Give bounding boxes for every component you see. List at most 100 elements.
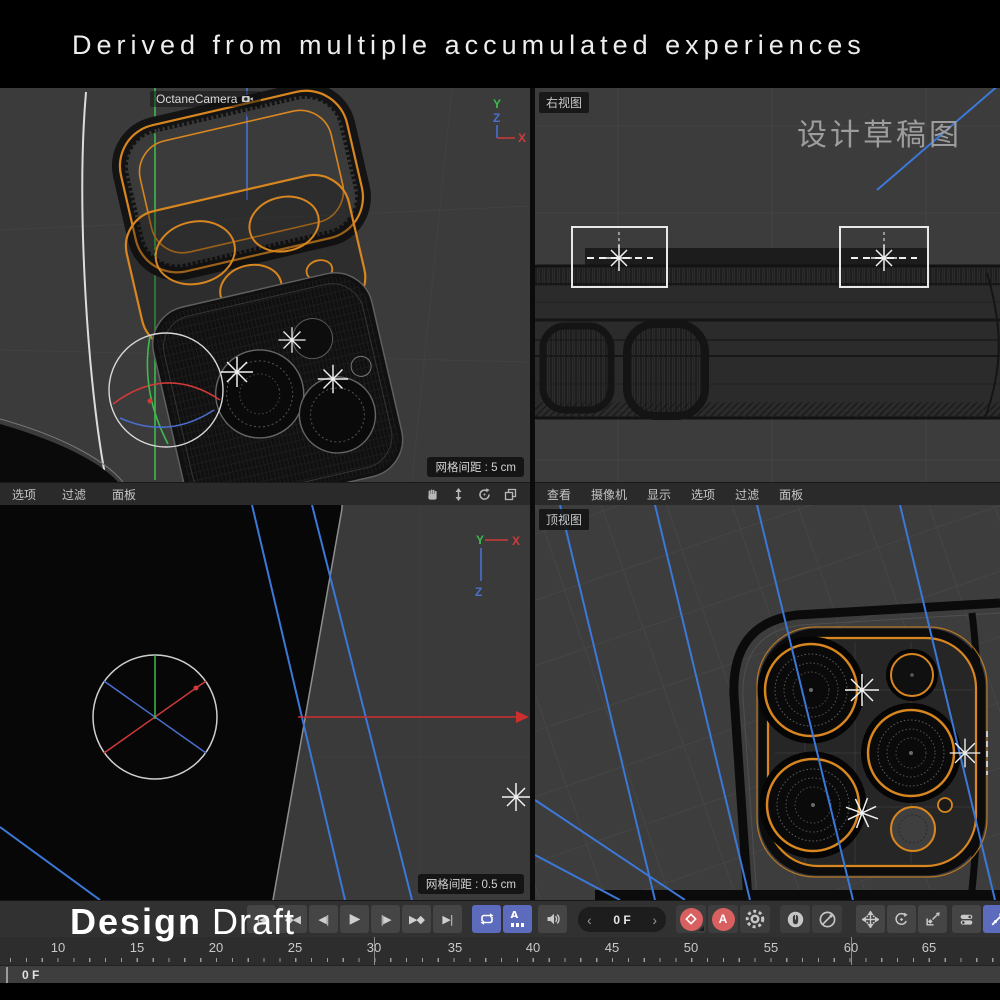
viewport-label[interactable]: 顶视图	[539, 509, 589, 530]
menu-filter[interactable]: 过滤	[62, 486, 86, 503]
rotate-icon[interactable]	[477, 487, 492, 502]
ruler-tick-label: 40	[526, 940, 540, 955]
record-channel-group	[856, 905, 947, 933]
zoom-icon[interactable]	[451, 487, 466, 502]
keyframe-selection-icon: A	[511, 911, 525, 927]
record-position-icon	[862, 911, 879, 928]
mouse-record-toggle[interactable]	[780, 905, 810, 933]
app-window: Derived from multiple accumulated experi…	[0, 0, 1000, 1000]
top-banner: Derived from multiple accumulated experi…	[0, 0, 1000, 88]
footer-brand-regular: Draft	[212, 901, 295, 942]
record-group: A	[676, 905, 770, 933]
frame-decrement[interactable]: ‹	[587, 912, 592, 928]
loop-icon	[479, 911, 495, 927]
record-scale-icon	[924, 911, 941, 928]
record-parameter-icon	[958, 911, 975, 928]
frame-increment[interactable]: ›	[652, 912, 657, 928]
ruler-tick-label: 50	[684, 940, 698, 955]
perspective-canvas[interactable]	[0, 88, 530, 482]
axis-z-label: Z	[493, 111, 500, 125]
ruler-marker-60	[851, 937, 852, 965]
play-button[interactable]: ▶	[340, 905, 369, 933]
viewport-label[interactable]: 右视图	[539, 92, 589, 113]
perspective-menubar: 选项 过滤 面板	[0, 482, 530, 505]
camera-icon	[241, 92, 255, 106]
menu-panel[interactable]: 面板	[779, 486, 803, 503]
keyframe-selection-toggle[interactable]: A	[503, 905, 532, 933]
footer-brand: Design Draft	[70, 901, 295, 943]
jump-end-button[interactable]: ▶|	[433, 905, 462, 933]
maximize-icon[interactable]	[503, 487, 518, 502]
ruler-tick-label: 35	[448, 940, 462, 955]
ruler-tick-label: 10	[51, 940, 65, 955]
playback-toggles: A	[472, 905, 567, 933]
top-view-viewport[interactable]: 顶视图	[535, 505, 1000, 900]
grid-spacing-chip: 网格间距 : 5 cm	[427, 457, 524, 477]
menu-panel[interactable]: 面板	[112, 486, 136, 503]
axis-y-label: Y	[493, 97, 501, 111]
microphone-hole	[938, 798, 952, 812]
perspective-viewport[interactable]: OctaneCamera Y Z X 网格间距 : 5 cm 选项 过滤 面板	[0, 88, 530, 505]
spline-white	[82, 92, 106, 480]
phone-side-wireframe	[535, 248, 1000, 418]
record-extra-group	[952, 905, 1000, 933]
flash	[888, 651, 936, 699]
camera-label: OctaneCamera	[156, 92, 237, 106]
ruler-tick-label: 65	[922, 940, 936, 955]
record-rotation-icon	[893, 911, 910, 928]
ruler-tick-label: 55	[764, 940, 778, 955]
front-view-canvas[interactable]	[0, 505, 530, 900]
record-parameter-toggle[interactable]	[952, 905, 981, 933]
banner-title: Derived from multiple accumulated experi…	[72, 30, 866, 61]
camera-label-chip[interactable]: OctaneCamera	[150, 91, 261, 107]
hand-icon[interactable]	[425, 487, 440, 502]
record-pla-toggle[interactable]	[983, 905, 1000, 933]
record-rotation-toggle[interactable]	[887, 905, 916, 933]
right-view-viewport[interactable]: 右视图 设计草稿图 查看 摄像机 显示 选项 过滤 面板	[535, 88, 1000, 505]
record-keyframe-icon	[683, 911, 699, 927]
axis-y-label: Y	[476, 533, 484, 547]
next-frame-button[interactable]: |▶	[371, 905, 400, 933]
menu-display[interactable]: 显示	[647, 486, 671, 503]
top-view-canvas[interactable]	[535, 505, 1000, 900]
lidar	[891, 807, 935, 851]
menu-camera[interactable]: 摄像机	[591, 486, 627, 503]
autokey-toggle[interactable]: A	[708, 905, 738, 933]
record-position-toggle[interactable]	[856, 905, 885, 933]
loop-toggle[interactable]	[472, 905, 501, 933]
front-view-viewport[interactable]: Y X Z 网格间距 : 0.5 cm	[0, 505, 530, 900]
menu-filter[interactable]: 过滤	[735, 486, 759, 503]
sound-toggle[interactable]	[538, 905, 567, 933]
footer-brand-bold: Design	[70, 901, 202, 942]
sound-icon	[545, 911, 561, 927]
frame-spinner[interactable]: ‹ 0 F ›	[578, 907, 666, 932]
axis-x-label: X	[518, 131, 526, 145]
keying-settings-button[interactable]	[740, 905, 770, 933]
bottom-black-strip	[0, 983, 1000, 1000]
autokey-icon: A	[712, 908, 735, 931]
record-scope-group	[780, 905, 842, 933]
axis-gizmo[interactable]: Y X Z	[462, 529, 526, 603]
playhead-strip[interactable]: 0 F	[0, 965, 1000, 984]
keying-settings-icon	[745, 909, 765, 929]
axis-x-label: X	[512, 534, 520, 548]
menu-options[interactable]: 选项	[691, 486, 715, 503]
axis-gizmo[interactable]: Y Z X	[472, 94, 528, 148]
playhead-marker[interactable]	[6, 967, 8, 983]
right-view-menubar: 查看 摄像机 显示 选项 过滤 面板	[535, 482, 1000, 505]
keyframe-presets-button[interactable]	[812, 905, 842, 933]
current-frame-value[interactable]: 0 F	[613, 913, 630, 927]
record-keyframe-button[interactable]	[676, 905, 706, 933]
x-axis-arrow[interactable]	[298, 711, 529, 723]
menu-view[interactable]: 查看	[547, 486, 571, 503]
ruler-marker-30	[374, 937, 375, 965]
next-key-button[interactable]: ▶◆	[402, 905, 431, 933]
prev-frame-button[interactable]: ◀|	[309, 905, 338, 933]
watermark-cn: 设计草稿图	[797, 110, 962, 154]
menu-options[interactable]: 选项	[12, 486, 36, 503]
mouse-record-icon	[786, 910, 805, 929]
camera-module	[757, 627, 987, 877]
keyframe-presets-icon	[818, 910, 837, 929]
record-scale-toggle[interactable]	[918, 905, 947, 933]
lens-right	[864, 706, 958, 800]
